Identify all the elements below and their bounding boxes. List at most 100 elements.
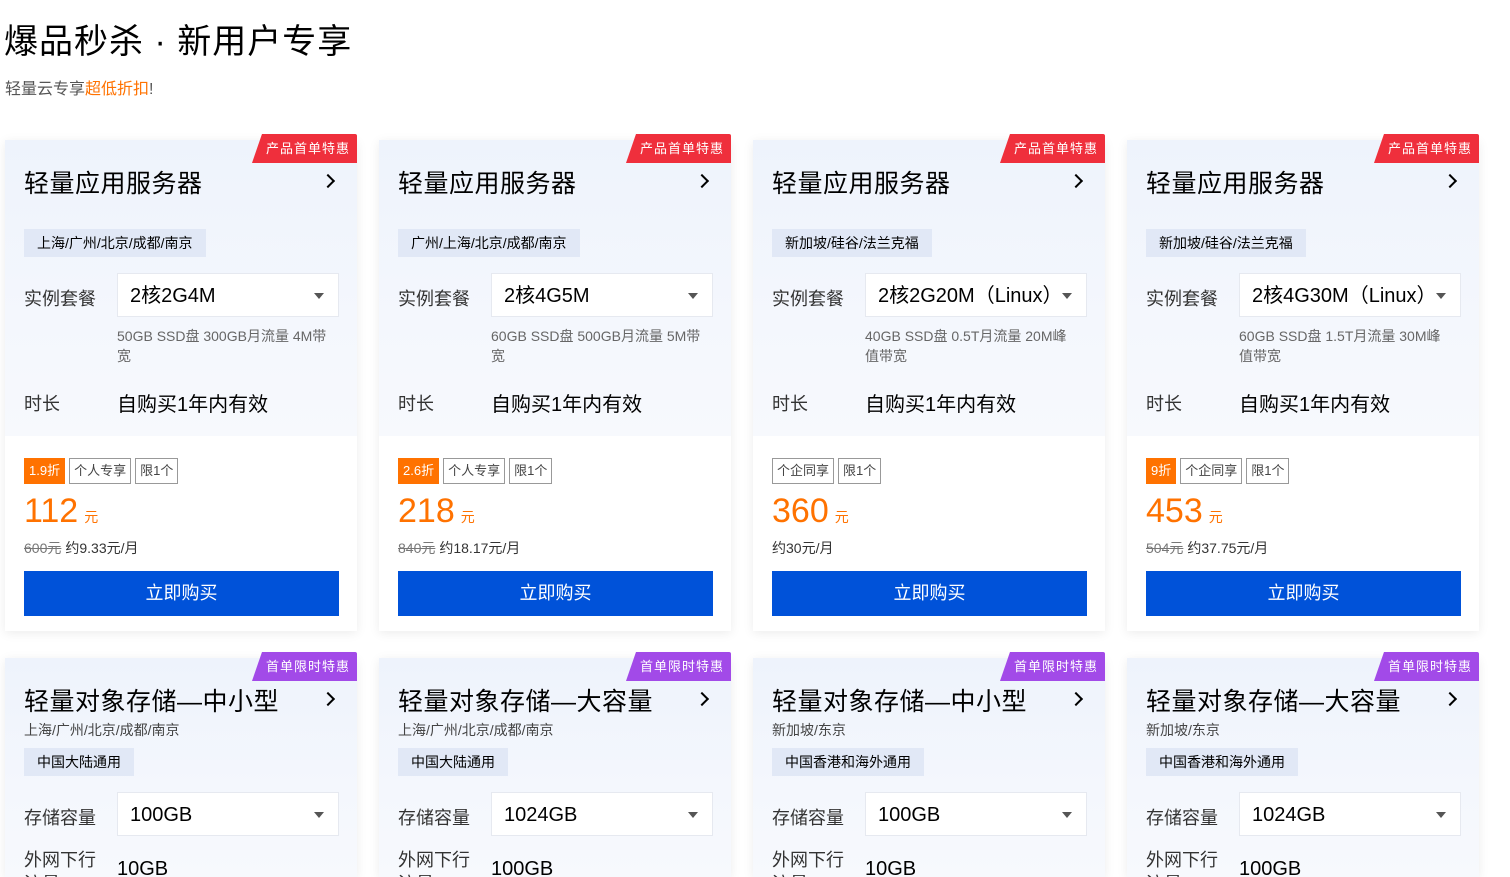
audience-tag: 个人专享 — [69, 458, 132, 484]
monthly-price: 约37.75元/月 — [1187, 540, 1269, 556]
chevron-down-icon — [1062, 812, 1072, 818]
price: 453 元 — [1146, 492, 1223, 531]
capacity-select[interactable]: 1024GB — [1239, 792, 1461, 836]
chevron-right-icon[interactable] — [320, 691, 336, 707]
buy-button[interactable]: 立即购买 — [398, 571, 713, 616]
promo-ribbon: 产品首单特惠 — [1373, 134, 1479, 163]
card-top: 产品首单特惠 轻量应用服务器 新加坡/硅谷/法兰克福 实例套餐 2核4G30M（… — [1127, 134, 1479, 436]
limit-tag: 限1个 — [1246, 458, 1290, 484]
region-tag: 广州/上海/北京/成都/南京 — [398, 229, 580, 257]
card-top: 产品首单特惠 轻量应用服务器 新加坡/硅谷/法兰克福 实例套餐 2核2G20M（… — [753, 134, 1105, 436]
limit-tag: 限1个 — [509, 458, 553, 484]
promo-ribbon: 首单限时特惠 — [625, 652, 731, 681]
duration-label: 时长 — [772, 394, 808, 414]
limit-tag: 限1个 — [135, 458, 179, 484]
promo-ribbon: 产品首单特惠 — [999, 134, 1105, 163]
price: 112 元 — [24, 492, 98, 531]
card-title[interactable]: 轻量应用服务器 — [772, 164, 951, 200]
region-list: 新加坡/东京 — [772, 722, 846, 738]
discount-badge: 9折 — [1146, 458, 1177, 484]
scope-tag: 中国大陆通用 — [398, 748, 508, 776]
chevron-right-icon[interactable] — [1068, 691, 1084, 707]
capacity-select[interactable]: 1024GB — [491, 792, 713, 836]
monthly-price: 约30元/月 — [772, 540, 834, 556]
capacity-label: 存储容量 — [398, 808, 470, 828]
scope-tag: 中国大陆通用 — [24, 748, 134, 776]
card-title[interactable]: 轻量应用服务器 — [398, 164, 577, 200]
price-unit: 元 — [834, 509, 849, 525]
price-unit: 元 — [84, 509, 99, 525]
price-detail: 600元 约9.33元/月 — [24, 538, 139, 558]
price-value: 453 — [1146, 492, 1203, 530]
traffic-value: 10GB — [865, 858, 917, 877]
traffic-value: 100GB — [491, 858, 554, 877]
capacity-select[interactable]: 100GB — [117, 792, 339, 836]
server-card-1: 产品首单特惠 轻量应用服务器 上海/广州/北京/成都/南京 实例套餐 2核2G4… — [5, 134, 357, 631]
duration-value: 自购买1年内有效 — [117, 394, 269, 416]
scope-tag: 中国香港和海外通用 — [1146, 748, 1298, 776]
plan-select[interactable]: 2核2G20M（Linux） — [865, 273, 1087, 317]
card-title[interactable]: 轻量对象存储—中小型 — [24, 682, 279, 718]
plan-select[interactable]: 2核2G4M — [117, 273, 339, 317]
plan-description: 60GB SSD盘 1.5T月流量 30M峰值带宽 — [1239, 328, 1441, 364]
storage-card-4: 首单限时特惠 轻量对象存储—大容量 新加坡/东京 中国香港和海外通用 存储容量 … — [1127, 652, 1479, 877]
capacity-value: 100GB — [130, 804, 193, 826]
buy-button[interactable]: 立即购买 — [772, 571, 1087, 616]
capacity-label: 存储容量 — [1146, 808, 1218, 828]
chevron-right-icon[interactable] — [694, 691, 710, 707]
price-detail: 840元 约18.17元/月 — [398, 538, 520, 558]
promo-ribbon: 首单限时特惠 — [1373, 652, 1479, 681]
capacity-select[interactable]: 100GB — [865, 792, 1087, 836]
plan-label: 实例套餐 — [1146, 289, 1218, 309]
region-tag: 新加坡/硅谷/法兰克福 — [772, 229, 932, 257]
card-title[interactable]: 轻量对象存储—中小型 — [772, 682, 1027, 718]
price-unit: 元 — [460, 509, 475, 525]
buy-button[interactable]: 立即购买 — [24, 571, 339, 616]
card-title[interactable]: 轻量对象存储—大容量 — [1146, 682, 1401, 718]
chevron-down-icon — [688, 812, 698, 818]
card-top: 首单限时特惠 轻量对象存储—大容量 新加坡/东京 中国香港和海外通用 存储容量 … — [1127, 652, 1479, 877]
duration-label: 时长 — [24, 394, 60, 414]
price-detail: 504元 约37.75元/月 — [1146, 538, 1268, 558]
traffic-label: 外网下行流量 — [398, 850, 470, 877]
discount-badge: 2.6折 — [398, 458, 440, 484]
chevron-down-icon — [1436, 293, 1446, 299]
chevron-right-icon[interactable] — [1068, 173, 1084, 189]
scope-tag: 中国香港和海外通用 — [772, 748, 924, 776]
page-subtitle: 轻量云专享超低折扣! — [5, 75, 153, 99]
chevron-right-icon[interactable] — [694, 173, 710, 189]
chevron-right-icon[interactable] — [1442, 173, 1458, 189]
server-card-4: 产品首单特惠 轻量应用服务器 新加坡/硅谷/法兰克福 实例套餐 2核4G30M（… — [1127, 134, 1479, 631]
subtitle-prefix: 轻量云专享 — [5, 81, 86, 98]
limit-tag: 限1个 — [838, 458, 882, 484]
price-value: 218 — [398, 492, 455, 530]
duration-value: 自购买1年内有效 — [865, 394, 1017, 416]
buy-button[interactable]: 立即购买 — [1146, 571, 1461, 616]
card-title[interactable]: 轻量应用服务器 — [1146, 164, 1325, 200]
audience-tag: 个企同享 — [1180, 458, 1243, 484]
card-top: 首单限时特惠 轻量对象存储—大容量 上海/广州/北京/成都/南京 中国大陆通用 … — [379, 652, 731, 877]
chevron-down-icon — [1062, 293, 1072, 299]
discount-badge: 1.9折 — [24, 458, 66, 484]
plan-label: 实例套餐 — [398, 289, 470, 309]
traffic-label: 外网下行流量 — [772, 850, 844, 877]
capacity-value: 1024GB — [504, 804, 578, 826]
region-tag: 上海/广州/北京/成都/南京 — [24, 229, 206, 257]
card-title[interactable]: 轻量对象存储—大容量 — [398, 682, 653, 718]
plan-description: 60GB SSD盘 500GB月流量 5M带宽 — [491, 328, 701, 364]
plan-select[interactable]: 2核4G5M — [491, 273, 713, 317]
server-card-3: 产品首单特惠 轻量应用服务器 新加坡/硅谷/法兰克福 实例套餐 2核2G20M（… — [753, 134, 1105, 631]
chevron-down-icon — [1436, 812, 1446, 818]
card-title[interactable]: 轻量应用服务器 — [24, 164, 203, 200]
plan-select[interactable]: 2核4G30M（Linux） — [1239, 273, 1461, 317]
plan-description: 50GB SSD盘 300GB月流量 4M带宽 — [117, 328, 327, 364]
storage-card-3: 首单限时特惠 轻量对象存储—中小型 新加坡/东京 中国香港和海外通用 存储容量 … — [753, 652, 1105, 877]
promo-ribbon: 产品首单特惠 — [625, 134, 731, 163]
audience-tag: 个人专享 — [443, 458, 506, 484]
storage-card-1: 首单限时特惠 轻量对象存储—中小型 上海/广州/北京/成都/南京 中国大陆通用 … — [5, 652, 357, 877]
plan-label: 实例套餐 — [772, 289, 844, 309]
chevron-right-icon[interactable] — [1442, 691, 1458, 707]
chevron-right-icon[interactable] — [320, 173, 336, 189]
traffic-value: 100GB — [1239, 858, 1302, 877]
duration-value: 自购买1年内有效 — [1239, 394, 1391, 416]
